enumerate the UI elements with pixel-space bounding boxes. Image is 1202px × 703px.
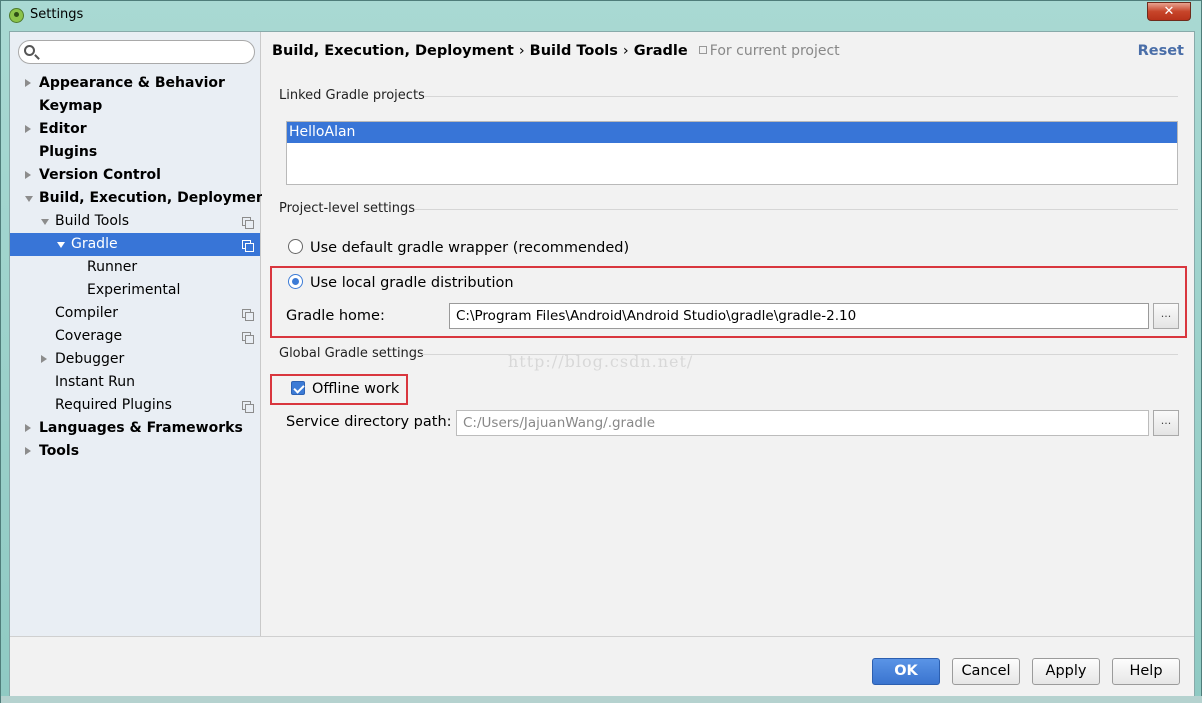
sidebar-item-build-execution-deployment[interactable]: Build, Execution, Deployment xyxy=(10,187,273,210)
service-dir-input[interactable]: C:/Users/JajuanWang/.gradle xyxy=(456,410,1149,436)
offline-work-checkbox[interactable] xyxy=(291,381,305,395)
sidebar-item-label: Build Tools xyxy=(55,213,130,229)
sidebar-item-tools[interactable]: Tools xyxy=(10,440,260,463)
dialog-body: Appearance & Behavior Keymap Editor Plugins… xyxy=(9,31,1195,696)
sidebar-item-label: Instant Run xyxy=(55,374,136,390)
local-radio[interactable] xyxy=(288,274,303,289)
sidebar-item-plugins[interactable]: Plugins xyxy=(10,141,260,164)
gradle-home-label: Gradle home: xyxy=(286,308,385,324)
help-button[interactable]: Help xyxy=(1112,658,1180,685)
expand-arrow-right-icon[interactable] xyxy=(25,447,31,455)
expand-arrow-right-icon[interactable] xyxy=(25,424,31,432)
taskbar-strip xyxy=(1,696,1202,703)
expand-arrow-right-icon[interactable] xyxy=(25,171,31,179)
settings-tree: Appearance & Behavior Keymap Editor Plugins… xyxy=(10,72,273,463)
sidebar-item-label: Runner xyxy=(87,259,138,275)
breadcrumb-gradle: Gradle xyxy=(633,43,688,59)
expand-arrow-right-icon[interactable] xyxy=(25,79,31,87)
section-divider xyxy=(424,96,1178,97)
sidebar-item-appearance-behavior[interactable]: Appearance & Behavior xyxy=(10,72,260,95)
project-scope-icon xyxy=(242,309,254,321)
apply-button[interactable]: Apply xyxy=(1032,658,1100,685)
scope-label: For current project xyxy=(698,43,840,59)
expand-arrow-down-icon[interactable] xyxy=(57,242,65,248)
sidebar-item-required-plugins[interactable]: Required Plugins xyxy=(10,394,260,417)
local-option-label: Use local gradle distribution xyxy=(310,275,514,291)
sidebar-item-debugger[interactable]: Debugger xyxy=(10,348,260,371)
gradle-home-input[interactable]: C:\Program Files\Android\Android Studio\… xyxy=(449,303,1149,329)
wrapper-option[interactable]: Use default gradle wrapper (recommended) xyxy=(288,239,629,256)
sidebar-item-experimental[interactable]: Experimental xyxy=(10,279,260,302)
offline-work-label: Offline work xyxy=(312,381,400,397)
local-option[interactable]: Use local gradle distribution xyxy=(288,274,514,291)
sidebar-item-label: Languages & Frameworks xyxy=(39,420,243,436)
wrapper-option-label: Use default gradle wrapper (recommended) xyxy=(310,240,630,256)
sidebar-item-keymap[interactable]: Keymap xyxy=(10,95,260,118)
offline-work-option[interactable]: Offline work xyxy=(291,381,399,397)
sidebar-item-label: Build, Execution, Deployment xyxy=(39,190,273,206)
sidebar-item-instant-run[interactable]: Instant Run xyxy=(10,371,260,394)
android-studio-icon xyxy=(9,8,24,23)
service-dir-label: Service directory path: xyxy=(286,414,452,430)
cancel-button[interactable]: Cancel xyxy=(952,658,1020,685)
ok-button[interactable]: OK xyxy=(872,658,940,685)
gradle-settings-pane: Build, Execution, Deployment › Build Tools… xyxy=(262,32,1194,636)
sidebar-item-label: Version Control xyxy=(39,167,161,183)
sidebar-item-editor[interactable]: Editor xyxy=(10,118,260,141)
linked-project-item[interactable]: HelloAlan xyxy=(287,122,1177,143)
breadcrumb-separator: › xyxy=(622,43,629,59)
wrapper-radio[interactable] xyxy=(288,239,303,254)
sidebar-item-label: Editor xyxy=(39,121,87,137)
expand-arrow-right-icon[interactable] xyxy=(41,355,47,363)
breadcrumb-build-tools: Build Tools xyxy=(529,43,618,59)
sidebar-item-coverage[interactable]: Coverage xyxy=(10,325,260,348)
section-divider xyxy=(415,209,1178,210)
gradle-home-browse-button[interactable]: ... xyxy=(1153,303,1179,329)
sidebar-item-label: Experimental xyxy=(87,282,181,298)
sidebar-item-build-tools[interactable]: Build Tools xyxy=(10,210,260,233)
linked-projects-title: Linked Gradle projects xyxy=(279,88,425,103)
search-input[interactable] xyxy=(41,43,246,61)
expand-arrow-down-icon[interactable] xyxy=(41,219,49,225)
dialog-footer: OK Cancel Apply Help xyxy=(10,636,1194,696)
service-dir-browse-button[interactable]: ... xyxy=(1153,410,1179,436)
sidebar-item-runner[interactable]: Runner xyxy=(10,256,260,279)
breadcrumb-build-execution: Build, Execution, Deployment xyxy=(272,43,514,59)
project-scope-icon xyxy=(242,401,254,413)
sidebar-item-label: Debugger xyxy=(55,351,125,367)
linked-projects-list[interactable]: HelloAlan xyxy=(286,121,1178,185)
sidebar-item-version-control[interactable]: Version Control xyxy=(10,164,260,187)
sidebar-item-label: Required Plugins xyxy=(55,397,172,413)
reset-link[interactable]: Reset xyxy=(1138,43,1184,59)
breadcrumb-separator: › xyxy=(518,43,525,59)
project-level-title: Project-level settings xyxy=(279,201,416,216)
scope-text: For current project xyxy=(709,43,840,59)
sidebar-item-label: Plugins xyxy=(39,144,98,160)
sidebar-item-label: Tools xyxy=(39,443,80,459)
sidebar-item-label: Compiler xyxy=(55,305,119,321)
breadcrumb: Build, Execution, Deployment › Build Tools… xyxy=(272,43,840,59)
project-scope-icon xyxy=(242,217,254,229)
sidebar-item-label: Coverage xyxy=(55,328,123,344)
settings-sidebar: Appearance & Behavior Keymap Editor Plugins… xyxy=(10,32,273,636)
title-bar[interactable]: Settings ✕ xyxy=(1,1,1201,31)
sidebar-item-languages-frameworks[interactable]: Languages & Frameworks xyxy=(10,417,260,440)
project-scope-icon xyxy=(242,332,254,344)
settings-window: Settings ✕ Appearance & Behavior Keymap Ed… xyxy=(0,0,1202,703)
sidebar-item-label: Keymap xyxy=(39,98,103,114)
sidebar-item-compiler[interactable]: Compiler xyxy=(10,302,260,325)
global-settings-title: Global Gradle settings xyxy=(279,346,424,361)
sidebar-item-label: Gradle xyxy=(71,236,118,252)
close-button[interactable]: ✕ xyxy=(1147,2,1191,21)
expand-arrow-down-icon[interactable] xyxy=(25,196,33,202)
project-scope-icon xyxy=(698,46,707,54)
watermark: http://blog.csdn.net/ xyxy=(508,352,694,371)
window-title: Settings xyxy=(30,7,84,22)
sidebar-item-label: Appearance & Behavior xyxy=(39,75,225,91)
search-box[interactable] xyxy=(18,40,255,64)
project-scope-icon xyxy=(242,240,254,252)
expand-arrow-right-icon[interactable] xyxy=(25,125,31,133)
sidebar-item-gradle[interactable]: Gradle xyxy=(10,233,260,256)
search-icon xyxy=(24,45,35,56)
